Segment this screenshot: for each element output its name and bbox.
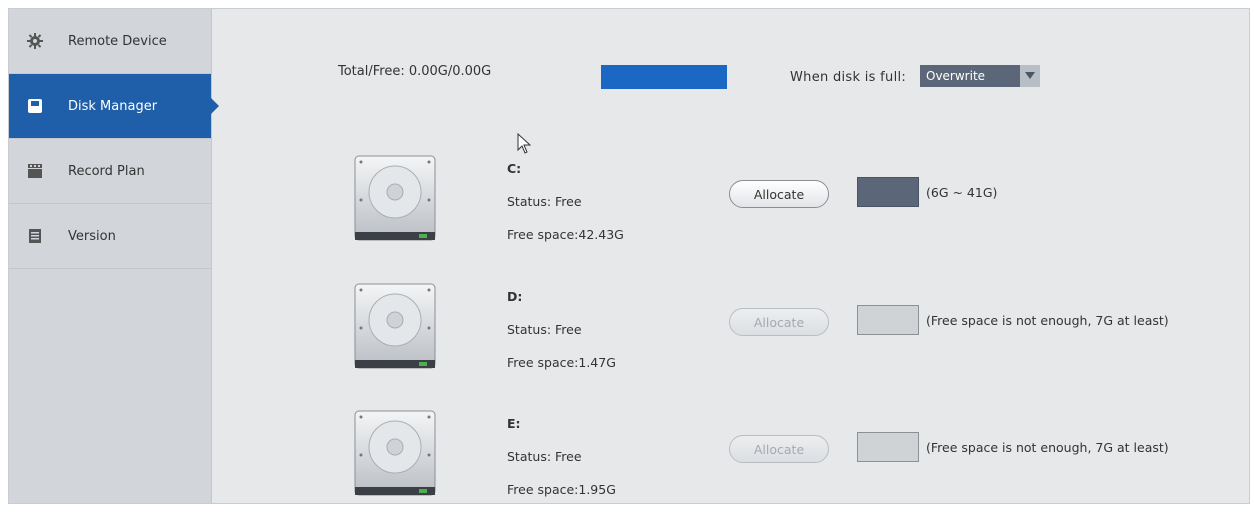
allocate-size-input[interactable] xyxy=(857,177,919,207)
sidebar: Remote Device Disk Manager Record Plan V… xyxy=(9,9,219,503)
total-free-text: Total/Free: 0.00G/0.00G xyxy=(338,64,492,79)
disk-status: Status: Free xyxy=(507,449,582,464)
sidebar-item-label: Disk Manager xyxy=(68,98,158,114)
main-panel: Total/Free: 0.00G/0.00G When disk is ful… xyxy=(212,9,1249,503)
disk-full-label: When disk is full: xyxy=(790,70,907,85)
disk-free-space: Free space:1.47G xyxy=(507,355,616,370)
disk-info: E: Status: Free Free space:1.95G xyxy=(507,407,616,506)
disk-info: D: Status: Free Free space:1.47G xyxy=(507,280,616,379)
disk-icon xyxy=(27,98,43,114)
disk-free-space: Free space:1.95G xyxy=(507,482,616,497)
sidebar-item-label: Remote Device xyxy=(68,33,167,49)
hard-drive-icon xyxy=(354,283,436,369)
allocate-hint: (Free space is not enough, 7G at least) xyxy=(926,313,1169,328)
drive-letter: C: xyxy=(507,161,522,176)
disk-manager-window: Remote Device Disk Manager Record Plan V… xyxy=(8,8,1250,504)
disk-row-e: E: Status: Free Free space:1.95G Allocat… xyxy=(349,407,1249,517)
hard-drive-icon xyxy=(354,155,436,241)
disk-full-select-value: Overwrite xyxy=(920,65,1020,87)
disk-free-space: Free space:42.43G xyxy=(507,227,624,242)
disk-full-select[interactable]: Overwrite xyxy=(920,65,1040,87)
allocate-button[interactable]: Allocate xyxy=(729,435,829,463)
disk-row-d: D: Status: Free Free space:1.47G Allocat… xyxy=(349,280,1249,390)
allocate-button[interactable]: Allocate xyxy=(729,308,829,336)
disk-info: C: Status: Free Free space:42.43G xyxy=(507,152,624,251)
clapperboard-icon xyxy=(27,163,43,179)
gear-icon xyxy=(27,33,43,49)
disk-usage-bar xyxy=(601,65,727,89)
drive-letter: D: xyxy=(507,289,523,304)
total-free-label: Total/Free: 0.00G/0.00G xyxy=(338,64,491,79)
allocate-hint: (Free space is not enough, 7G at least) xyxy=(926,440,1169,455)
disk-row-c: C: Status: Free Free space:42.43G Alloca… xyxy=(349,152,1249,262)
hard-drive-icon xyxy=(354,410,436,496)
allocate-size-input[interactable] xyxy=(857,432,919,462)
disk-status: Status: Free xyxy=(507,194,582,209)
sidebar-item-label: Version xyxy=(68,228,116,244)
sidebar-item-version[interactable]: Version xyxy=(9,204,211,269)
sidebar-item-remote-device[interactable]: Remote Device xyxy=(9,9,211,74)
allocate-hint: (6G ~ 41G) xyxy=(926,185,998,200)
allocate-size-input[interactable] xyxy=(857,305,919,335)
allocate-button[interactable]: Allocate xyxy=(729,180,829,208)
sidebar-item-label: Record Plan xyxy=(68,163,145,179)
disk-status: Status: Free xyxy=(507,322,582,337)
document-icon xyxy=(27,228,43,244)
sidebar-item-disk-manager[interactable]: Disk Manager xyxy=(9,74,219,139)
sidebar-item-record-plan[interactable]: Record Plan xyxy=(9,139,211,204)
mouse-cursor-icon xyxy=(517,133,531,154)
drive-letter: E: xyxy=(507,416,521,431)
chevron-down-icon[interactable] xyxy=(1020,65,1040,87)
